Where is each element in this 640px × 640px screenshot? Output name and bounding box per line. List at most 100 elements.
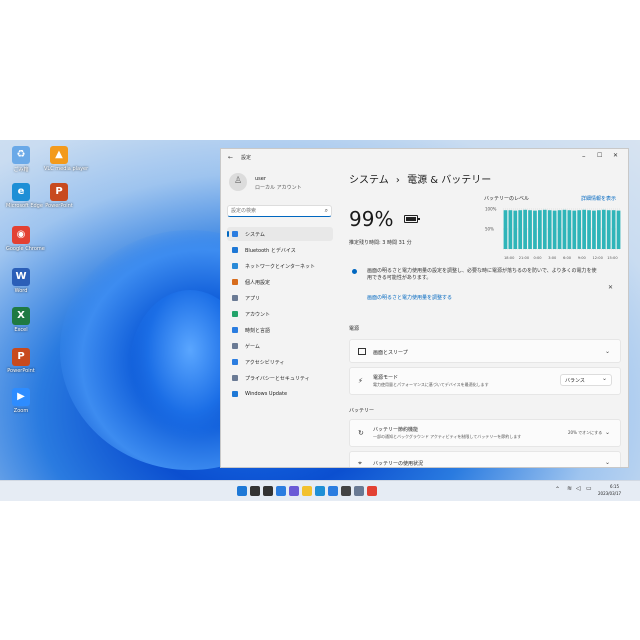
sidebar-item-icon bbox=[232, 391, 238, 397]
chart-x-tick-label: 21:00 bbox=[519, 256, 530, 260]
sidebar-item[interactable]: Windows Update bbox=[227, 387, 333, 401]
maximize-button[interactable]: ☐ bbox=[597, 152, 602, 159]
battery-tray-icon[interactable]: ▭ bbox=[586, 485, 592, 492]
chart-bar bbox=[547, 210, 552, 249]
chevron-down-icon[interactable]: ⌄ bbox=[605, 429, 610, 436]
chevron-up-icon[interactable]: ⌃ bbox=[555, 486, 560, 493]
sidebar-item-icon bbox=[232, 295, 238, 301]
battery-usage-card[interactable]: ⌖ バッテリーの使用状況 ⌄ bbox=[349, 451, 621, 467]
desktop-icon[interactable]: W Word bbox=[6, 268, 36, 294]
chart-bar bbox=[508, 210, 513, 249]
chart-bar bbox=[592, 210, 596, 249]
store-icon[interactable] bbox=[328, 486, 338, 496]
clock-time[interactable]: 6:15 bbox=[610, 484, 619, 489]
power-mode-value: バランス bbox=[565, 378, 585, 384]
desktop-icon-label: Zoom bbox=[13, 408, 29, 414]
volume-icon[interactable]: ◁ bbox=[576, 485, 581, 492]
sidebar-item[interactable]: システム bbox=[227, 227, 333, 241]
screen-sleep-card[interactable]: 画面とスリープ ⌄ bbox=[349, 339, 621, 363]
edge-icon[interactable] bbox=[315, 486, 325, 496]
taskbar: ⌃ ≋ ◁ ▭ 6:15 2023/03/17 bbox=[0, 480, 640, 501]
sidebar-item-icon bbox=[232, 263, 238, 269]
search-icon[interactable]: ⌕ bbox=[325, 207, 328, 215]
chart-bar bbox=[552, 210, 557, 249]
chart-bar bbox=[582, 209, 586, 249]
info-notice: 画面の明るさと電力使用量の設定を調整し、必要な時に電源が落ちるのを防いで、より多… bbox=[349, 266, 621, 310]
desktop-icon[interactable]: ▲ VLC media player bbox=[44, 146, 88, 172]
chart-bar bbox=[567, 210, 572, 249]
sidebar-item-icon bbox=[232, 247, 238, 253]
section-power-title: 電源 bbox=[349, 326, 360, 332]
settings-icon[interactable] bbox=[354, 486, 364, 496]
chat-icon[interactable] bbox=[289, 486, 299, 496]
user-name: user bbox=[255, 176, 266, 182]
desktop-icon[interactable]: P PowerPoint bbox=[44, 183, 74, 209]
sidebar-item[interactable]: アカウント bbox=[227, 307, 333, 321]
section-battery-title: バッテリー bbox=[349, 408, 375, 414]
chart-x-tick-label: 9:00 bbox=[578, 256, 587, 260]
chart-x-tick-label: 0:00 bbox=[534, 256, 543, 260]
screen-sleep-label: 画面とスリープ bbox=[373, 350, 408, 356]
desktop-icon[interactable]: ◉ Google Chrome bbox=[6, 226, 45, 252]
start-icon[interactable] bbox=[237, 486, 247, 496]
explorer-icon[interactable] bbox=[302, 486, 312, 496]
sidebar-item-label: Bluetooth とデバイス bbox=[245, 248, 296, 254]
minimize-button[interactable]: – bbox=[582, 152, 586, 160]
chart-bar bbox=[533, 210, 537, 249]
sidebar-item[interactable]: 時刻と言語 bbox=[227, 323, 333, 337]
notice-text: 画面の明るさと電力使用量の設定を調整し、必要な時に電源が落ちるのを防いで、より多… bbox=[367, 268, 597, 281]
sidebar-item[interactable]: ゲーム bbox=[227, 339, 333, 353]
chevron-down-icon[interactable]: ⌄ bbox=[605, 348, 610, 355]
app-icon: X bbox=[12, 307, 30, 325]
desktop-icon[interactable]: X Excel bbox=[6, 307, 36, 333]
chrome-icon[interactable] bbox=[367, 486, 377, 496]
avatar[interactable]: ♙ bbox=[229, 173, 247, 191]
sidebar-item-label: システム bbox=[245, 232, 265, 238]
chart-x-tick-label: 15:00 bbox=[607, 256, 618, 260]
battery-saver-card[interactable]: ↻ バッテリー節約機能 一部の通知とバックグラウンド アクティビティを制限してバ… bbox=[349, 419, 621, 447]
sidebar-item-label: アプリ bbox=[245, 296, 261, 302]
widgets-icon[interactable] bbox=[276, 486, 286, 496]
window-title: 設定 bbox=[241, 155, 252, 161]
sidebar-item-label: プライバシーとセキュリティ bbox=[245, 376, 310, 382]
sidebar-item-label: アクセシビリティ bbox=[245, 360, 285, 366]
chevron-down-icon[interactable]: ⌄ bbox=[605, 459, 610, 466]
sidebar-item[interactable]: プライバシーとセキュリティ bbox=[227, 371, 333, 385]
app-icon: P bbox=[12, 348, 30, 366]
sidebar-item[interactable]: アクセシビリティ bbox=[227, 355, 333, 369]
info-icon bbox=[352, 269, 357, 274]
close-button[interactable]: ✕ bbox=[613, 152, 618, 159]
search-box[interactable]: ⌕ bbox=[227, 205, 332, 217]
power-mode-select[interactable]: バランス ⌄ bbox=[560, 374, 612, 386]
desktop-icon[interactable]: ▶ Zoom bbox=[6, 388, 36, 414]
desktop-icon[interactable]: e Microsoft Edge bbox=[6, 183, 43, 209]
search-input[interactable] bbox=[231, 207, 317, 215]
chart-bar bbox=[577, 210, 582, 249]
sidebar-item-label: 時刻と言語 bbox=[245, 328, 271, 334]
sidebar-item[interactable]: 個人用設定 bbox=[227, 275, 333, 289]
sidebar-item-icon bbox=[232, 359, 238, 365]
chart-bar bbox=[616, 210, 621, 249]
desktop-icon[interactable]: ♻ ごみ箱 bbox=[6, 146, 36, 173]
sidebar-item[interactable]: ネットワークとインターネット bbox=[227, 259, 333, 273]
chart-bar bbox=[523, 209, 527, 249]
sidebar-item-icon bbox=[232, 231, 238, 237]
wifi-icon[interactable]: ≋ bbox=[567, 485, 572, 492]
desktop-icon-label: Excel bbox=[14, 327, 28, 333]
search-icon[interactable] bbox=[250, 486, 260, 496]
back-icon[interactable]: ← bbox=[228, 154, 233, 161]
person-icon: ♙ bbox=[234, 176, 243, 186]
dismiss-icon[interactable]: ✕ bbox=[608, 284, 613, 291]
camera-icon[interactable] bbox=[341, 486, 351, 496]
clock-date[interactable]: 2023/03/17 bbox=[598, 491, 621, 496]
usage-chart-icon: ⌖ bbox=[358, 459, 362, 467]
app-icon: P bbox=[50, 183, 68, 201]
sidebar-item[interactable]: Bluetooth とデバイス bbox=[227, 243, 333, 257]
desktop-icon[interactable]: P PowerPoint bbox=[6, 348, 36, 374]
chart-bar bbox=[518, 210, 523, 249]
task-view-icon[interactable] bbox=[263, 486, 273, 496]
breadcrumb-parent[interactable]: システム bbox=[349, 175, 389, 186]
notice-link[interactable]: 画面の明るさと電力使用量を調整する bbox=[367, 294, 452, 301]
sidebar-item[interactable]: アプリ bbox=[227, 291, 333, 305]
details-link[interactable]: 詳細情報を表示 bbox=[581, 195, 616, 202]
